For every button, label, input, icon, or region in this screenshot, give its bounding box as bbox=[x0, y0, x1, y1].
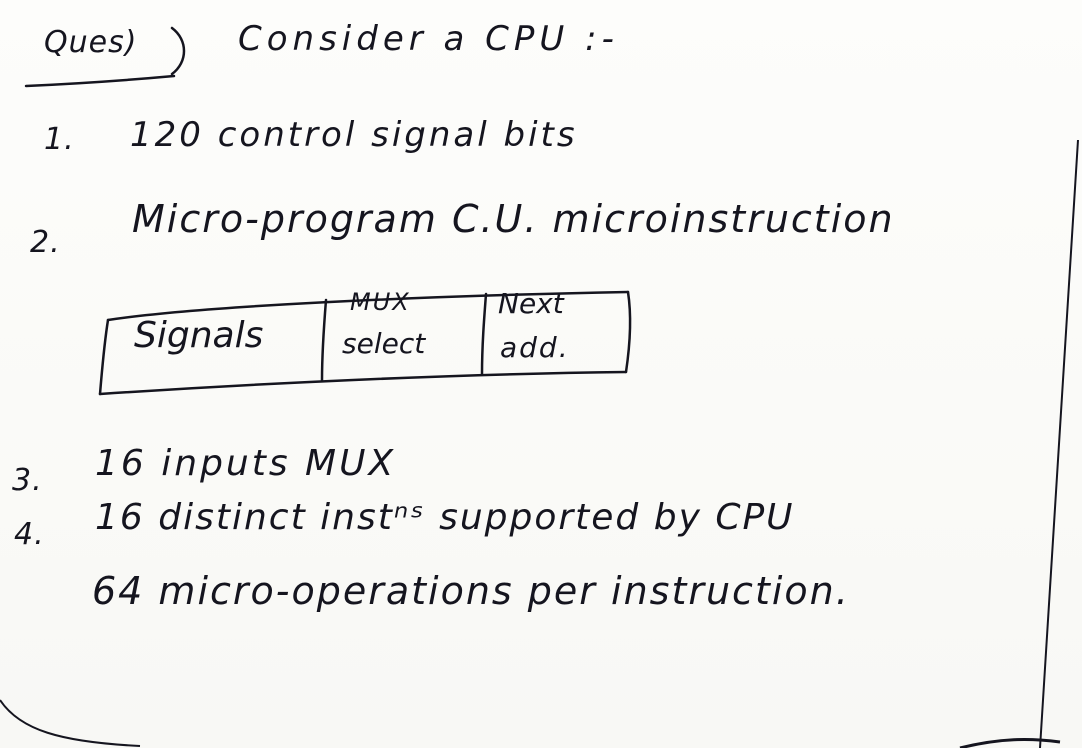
item-4-text: 16 distinct instⁿˢ supported by CPU bbox=[95, 497, 795, 538]
field-next-line1: Next bbox=[498, 287, 564, 320]
item-5-text: 64 micro-operations per instruction. bbox=[92, 569, 850, 613]
ques-bracket bbox=[170, 26, 186, 76]
microinstruction-box-right bbox=[624, 290, 632, 374]
microinstruction-box-bottom bbox=[98, 370, 628, 396]
field-mux-line2: select bbox=[342, 327, 426, 360]
whiteboard-page: Ques) Consider a CPU :- 1. 120 control s… bbox=[0, 0, 1082, 748]
ink-strokes bbox=[0, 26, 1079, 748]
item-1-text: 120 control signal bits bbox=[130, 115, 578, 155]
item-2-number: 2. bbox=[30, 225, 61, 260]
field-next-line2: add. bbox=[500, 331, 570, 364]
page-bottom-curve bbox=[0, 699, 141, 747]
divider-2 bbox=[480, 292, 488, 376]
field-signals: Signals bbox=[134, 315, 264, 356]
question-heading: Consider a CPU :- bbox=[238, 19, 619, 59]
ques-underline bbox=[24, 74, 176, 88]
microinstruction-box-left bbox=[98, 318, 110, 396]
field-mux-line1: MUX bbox=[350, 288, 411, 316]
right-margin-line bbox=[1039, 139, 1079, 748]
item-3-text: 16 inputs MUX bbox=[95, 443, 397, 484]
question-label: Ques) bbox=[44, 25, 138, 60]
item-1-number: 1. bbox=[44, 122, 75, 157]
item-4-number: 4. bbox=[14, 517, 45, 552]
page-bottom-edge bbox=[959, 738, 1061, 748]
item-3-number: 3. bbox=[12, 463, 43, 498]
divider-1 bbox=[320, 298, 328, 382]
item-2-text: Micro-program C.U. microinstruction bbox=[132, 197, 895, 241]
